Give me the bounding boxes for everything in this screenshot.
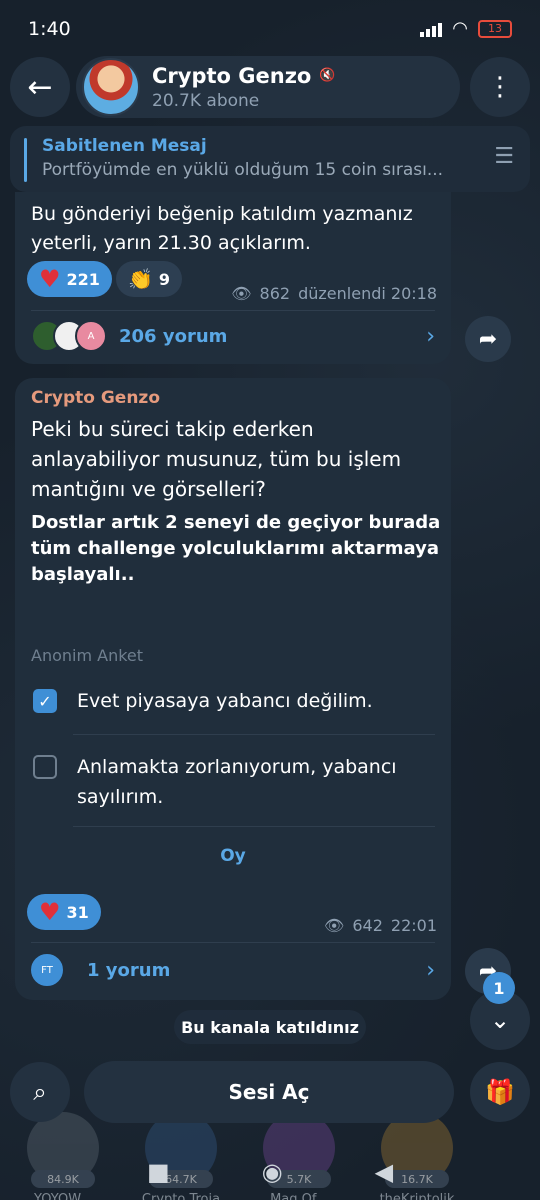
unmute-button[interactable]: Sesi Aç: [84, 1061, 454, 1123]
share-icon: ➦: [478, 326, 498, 352]
heart-icon: ♥: [39, 265, 61, 293]
post-text: Bu gönderiyi beğenip katıldım yazmanız y…: [31, 203, 413, 254]
reaction-clap[interactable]: 👏 9: [116, 261, 183, 297]
reaction-count: 9: [158, 269, 171, 289]
channel-post[interactable]: Bu gönderiyi beğenip katıldım yazmanız y…: [15, 192, 451, 364]
poll-description: Dostlar artık 2 seneyi de geçiyor burada…: [31, 512, 441, 585]
unpin-icon[interactable]: ☰: [494, 144, 514, 169]
post-time: 22:01: [390, 916, 437, 935]
eye-icon: 👁: [324, 916, 345, 935]
arrow-left-icon: ←: [27, 69, 53, 105]
poll-option-label: Anlamakta zorlanıyorum, yabancı sayılırı…: [77, 756, 397, 808]
channel-avatar[interactable]: [82, 58, 140, 116]
commenter-avatars: FT: [31, 954, 63, 986]
reaction-count: 31: [66, 902, 89, 922]
checkbox-checked[interactable]: ✓: [33, 689, 57, 713]
clap-icon: 👏: [128, 267, 153, 291]
chevron-down-icon: ⌄: [489, 1006, 511, 1034]
search-icon: ⌕: [33, 1078, 47, 1106]
poll-option[interactable]: Anlamakta zorlanıyorum, yabancı sayılırı…: [31, 752, 435, 828]
pinned-title: Sabitlenen Mesaj: [42, 136, 207, 156]
reaction-heart[interactable]: ♥ 221: [27, 261, 112, 297]
reaction-heart[interactable]: ♥ 31: [27, 894, 101, 930]
home-icon[interactable]: ◉: [262, 1158, 283, 1186]
checkbox[interactable]: [33, 755, 57, 779]
chevron-right-icon: ›: [426, 957, 435, 983]
post-meta: 👁 862 düzenlendi 20:18: [231, 284, 437, 303]
pinned-indicator: [24, 138, 27, 182]
poll-option[interactable]: ✓ Evet piyasaya yabancı değilim.: [31, 686, 435, 746]
avatar: A: [75, 320, 107, 352]
gift-button[interactable]: 🎁: [470, 1062, 530, 1122]
comments-count: 1 yorum: [87, 959, 171, 981]
battery-icon: 13: [478, 19, 512, 38]
view-count: 862: [259, 284, 291, 303]
unread-badge: 1: [483, 972, 515, 1004]
system-notice: Bu kanala katıldınız: [174, 1010, 366, 1044]
more-menu-button[interactable]: ⋮: [470, 57, 530, 117]
eye-icon: 👁: [231, 284, 252, 303]
status-time: 1:40: [28, 18, 71, 40]
channel-info[interactable]: Crypto Genzo 🔇 20.7K abone: [76, 56, 460, 118]
divider: [31, 942, 435, 943]
comments-link[interactable]: A 206 yorum ›: [31, 314, 435, 358]
poll-post[interactable]: Crypto Genzo Peki bu süreci takip ederke…: [15, 378, 451, 1000]
comments-link[interactable]: FT 1 yorum ›: [31, 948, 435, 992]
back-icon[interactable]: ◀: [375, 1158, 393, 1186]
poll-option-label: Evet piyasaya yabancı değilim.: [77, 690, 373, 712]
poll-type: Anonim Anket: [31, 646, 144, 665]
poll-question: Peki bu süreci takip ederken anlayabiliy…: [31, 417, 402, 501]
avatar: FT: [31, 954, 63, 986]
recents-icon[interactable]: ■: [147, 1158, 170, 1186]
channel-name: Crypto Genzo: [152, 63, 312, 88]
chevron-right-icon: ›: [426, 323, 435, 349]
divider: [31, 310, 435, 311]
search-button[interactable]: ⌕: [10, 1062, 70, 1122]
post-meta: 👁 642 22:01: [324, 916, 437, 935]
comments-count: 206 yorum: [119, 325, 228, 347]
signal-icon: [420, 21, 443, 37]
status-bar: 1:40 ◠ 13: [0, 0, 540, 58]
vote-button[interactable]: Oy: [15, 846, 451, 866]
divider: [73, 826, 435, 827]
heart-icon: ♥: [39, 898, 61, 926]
back-button[interactable]: ←: [10, 57, 70, 117]
more-vertical-icon: ⋮: [487, 72, 513, 102]
wifi-icon: ◠: [452, 18, 468, 39]
subscriber-count: 20.7K abone: [152, 90, 260, 111]
reaction-count: 221: [66, 269, 100, 289]
edited-time: düzenlendi 20:18: [298, 284, 437, 303]
pinned-message-bar[interactable]: Sabitlenen Mesaj Portföyümde en yüklü ol…: [10, 126, 530, 192]
pinned-preview: Portföyümde en yüklü olduğum 15 coin sır…: [42, 160, 444, 180]
post-author: Crypto Genzo: [31, 388, 160, 408]
view-count: 642: [352, 916, 383, 935]
share-button[interactable]: ➦: [465, 316, 511, 362]
divider: [73, 734, 435, 735]
muted-icon: 🔇: [319, 68, 336, 83]
bottom-bar: ⌕ Sesi Aç 🎁: [10, 1060, 530, 1124]
gift-icon: 🎁: [485, 1078, 515, 1106]
commenter-avatars: A: [31, 320, 107, 352]
system-nav-bar: ■ ◉ ◀: [0, 1144, 540, 1200]
chat-header: ← Crypto Genzo 🔇 20.7K abone ⋮: [10, 56, 530, 118]
